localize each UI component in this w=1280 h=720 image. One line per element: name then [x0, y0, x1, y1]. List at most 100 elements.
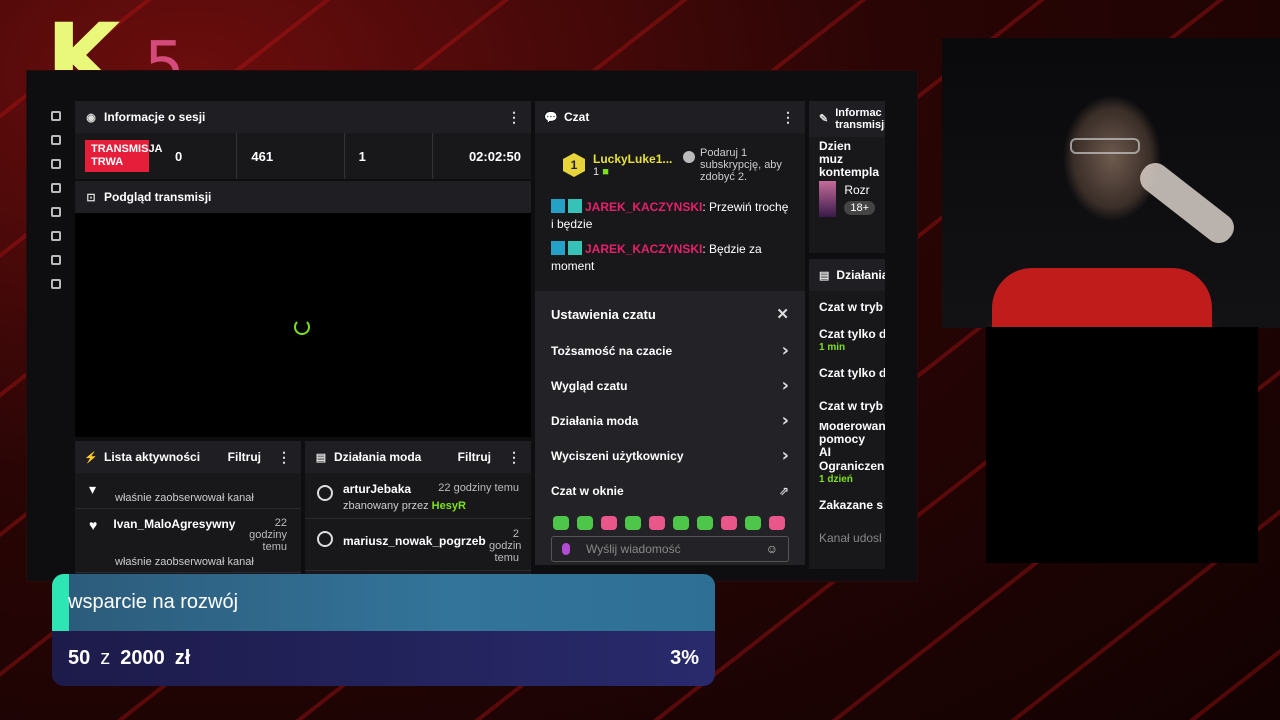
rail-settings-icon[interactable]: [51, 207, 61, 217]
session-info-header: ◉ Informacje o sesji ⋮: [75, 101, 531, 133]
emote-icon[interactable]: [769, 516, 785, 530]
chevron-right-icon: ›: [781, 340, 789, 361]
list-item[interactable]: mariusz_nowak_pogrzeb 2 godzin temu: [305, 519, 531, 571]
preview-video[interactable]: [75, 213, 531, 437]
stream-title-text: Dzien muz kontempla: [819, 138, 880, 179]
category-thumbnail: [819, 181, 837, 217]
mod-target-user[interactable]: arturJebaka: [343, 482, 411, 496]
settings-item-label: Wygląd czatu: [551, 378, 628, 393]
activity-menu-icon[interactable]: ⋮: [277, 449, 291, 466]
session-menu-icon[interactable]: ⋮: [507, 109, 521, 126]
chat-bubble-icon: 💬: [544, 111, 558, 124]
quick-action-label: Czat w tryb: [819, 300, 884, 314]
settings-item-label: Tożsamość na czacie: [551, 343, 673, 358]
quick-action-label: Czat tylko d: [819, 326, 885, 341]
ban-icon: [317, 531, 333, 547]
rank-badge: 1: [563, 153, 585, 177]
quick-action-item[interactable]: Zakazane s: [809, 489, 885, 522]
quick-action-item[interactable]: Czat w tryb: [809, 390, 885, 423]
donation-goal-bar: wsparcie na rozwój 50 z 2000 zł 3%: [52, 574, 715, 686]
rail-stream-icon[interactable]: [51, 135, 61, 145]
goal-separator: z: [100, 647, 111, 669]
chat-menu-icon[interactable]: ⋮: [781, 109, 795, 126]
settings-item-popout-chat[interactable]: Czat w oknie ⇗: [535, 473, 805, 508]
quick-action-item[interactable]: Czat tylko d: [809, 357, 885, 390]
emote-icon[interactable]: [601, 516, 617, 530]
webcam-shirt: [992, 268, 1212, 328]
emote-icon[interactable]: [553, 516, 569, 530]
quick-action-item[interactable]: Moderowan pomocy AI: [809, 423, 885, 456]
activity-filter-button[interactable]: Filtruj: [228, 450, 261, 464]
category-row[interactable]: Rozr 18+: [809, 181, 885, 217]
quick-action-item[interactable]: Kanał udosl: [809, 522, 885, 555]
stream-info-title: Informac transmisji: [835, 107, 885, 131]
chat-username[interactable]: JAREK_KACZYNSKI: [585, 200, 702, 214]
chat-settings-header: Ustawienia czatu ✕: [535, 291, 805, 333]
gift-sub-prompt[interactable]: Podaruj 1 subskrypcję, aby zdobyć 2.: [683, 147, 793, 183]
stat-viewers: 0: [175, 148, 183, 164]
rail-mod-icon[interactable]: [51, 183, 61, 193]
top-supporter: 1 LuckyLuke1... 1 ■ Podaruj 1 subskrypcj…: [535, 133, 805, 193]
mod-target-user[interactable]: mariusz_nowak_pogrzeb: [343, 534, 486, 564]
mic-icon[interactable]: [562, 543, 570, 555]
emote-icon[interactable]: [625, 516, 641, 530]
goal-title-row: wsparcie na rozwój: [52, 574, 715, 631]
popout-icon: ⇗: [778, 483, 789, 498]
emote-icon[interactable]: [649, 516, 665, 530]
mod-actions-title: Działania moda: [334, 450, 422, 464]
quick-action-item[interactable]: Ograniczen 1 dzień: [809, 456, 885, 489]
chat-message-input[interactable]: Wyślij wiadomość ☺: [551, 536, 789, 562]
mod-quick-actions-panel: ▤ Działania Czat w tryb Czat tylko d1 mi…: [809, 259, 885, 569]
empty-overlay-box: [986, 327, 1258, 563]
emote-icon[interactable]: [577, 516, 593, 530]
rail-chat-icon[interactable]: [51, 159, 61, 169]
settings-item-mod-actions[interactable]: Działania moda ›: [535, 403, 805, 438]
mod-badge-icon: [551, 199, 565, 213]
quick-action-item[interactable]: Czat tylko d1 min: [809, 324, 885, 357]
stat-subs: 1: [343, 133, 433, 179]
emote-icon[interactable]: [697, 516, 713, 530]
emoji-icon[interactable]: ☺: [766, 542, 778, 556]
list-item[interactable]: arturJebaka 22 godziny temu zbanowany pr…: [305, 473, 531, 519]
rail-users-icon[interactable]: [51, 255, 61, 265]
stream-title-field[interactable]: Dzien muz kontempla: [809, 137, 885, 181]
settings-item-muted-users[interactable]: Wyciszeni użytkownicy ›: [535, 438, 805, 473]
goal-progress-fill: [52, 574, 69, 631]
webcam-arm: [1134, 157, 1240, 249]
sub-badge-icon: [568, 199, 582, 213]
mod-actions-panel: ▤ Działania moda Filtruj ⋮ arturJebaka 2…: [305, 441, 531, 581]
settings-item-appearance[interactable]: Wygląd czatu ›: [535, 368, 805, 403]
emote-icon[interactable]: [673, 516, 689, 530]
mod-filter-button[interactable]: Filtruj: [458, 450, 491, 464]
quick-action-value: 1 min: [819, 341, 846, 353]
quick-action-label: Czat tylko d: [819, 366, 885, 380]
chat-settings-popover: Ustawienia czatu ✕ Tożsamość na czacie ›…: [535, 291, 805, 565]
chat-username[interactable]: JAREK_KACZYNSKI: [585, 242, 702, 256]
emote-icon[interactable]: [745, 516, 761, 530]
close-icon[interactable]: ✕: [776, 305, 789, 323]
goal-amount-row: 50 z 2000 zł 3%: [52, 631, 715, 686]
mod-actor[interactable]: HesyR: [432, 500, 466, 512]
chat-message: JAREK_KACZYNSKI: Przewiń trochę i będzie: [551, 199, 789, 233]
chevron-right-icon: ›: [781, 445, 789, 466]
list-item[interactable]: ♥ Ivan_MaloAgresywny 22 godziny temu wła…: [75, 509, 301, 573]
settings-item-identity[interactable]: Tożsamość na czacie ›: [535, 333, 805, 368]
quick-action-item[interactable]: Czat w tryb: [809, 291, 885, 324]
sub-badge-icon: [568, 241, 582, 255]
rail-home-icon[interactable]: [51, 111, 61, 121]
heart-icon: ♥: [89, 517, 98, 533]
rail-lock-icon[interactable]: [51, 279, 61, 289]
rail-edit-icon[interactable]: [51, 231, 61, 241]
mod-menu-icon[interactable]: ⋮: [507, 449, 521, 466]
goal-title: wsparcie na rozwój: [68, 591, 239, 613]
settings-item-label: Czat w oknie: [551, 483, 624, 498]
emote-icon[interactable]: [721, 516, 737, 530]
list-item[interactable]: ▾ właśnie zaobserwował kanał: [75, 473, 301, 509]
goal-currency: zł: [174, 647, 191, 669]
activity-user[interactable]: Ivan_MaloAgresywny: [113, 517, 235, 531]
mod-actions-header: ▤ Działania moda Filtruj ⋮: [305, 441, 531, 473]
stat-followers: 461: [236, 133, 343, 179]
preview-icon: ⊡: [86, 191, 96, 204]
top-supporter-name[interactable]: LuckyLuke1...: [593, 152, 672, 166]
triangle-icon: ▾: [89, 481, 97, 497]
